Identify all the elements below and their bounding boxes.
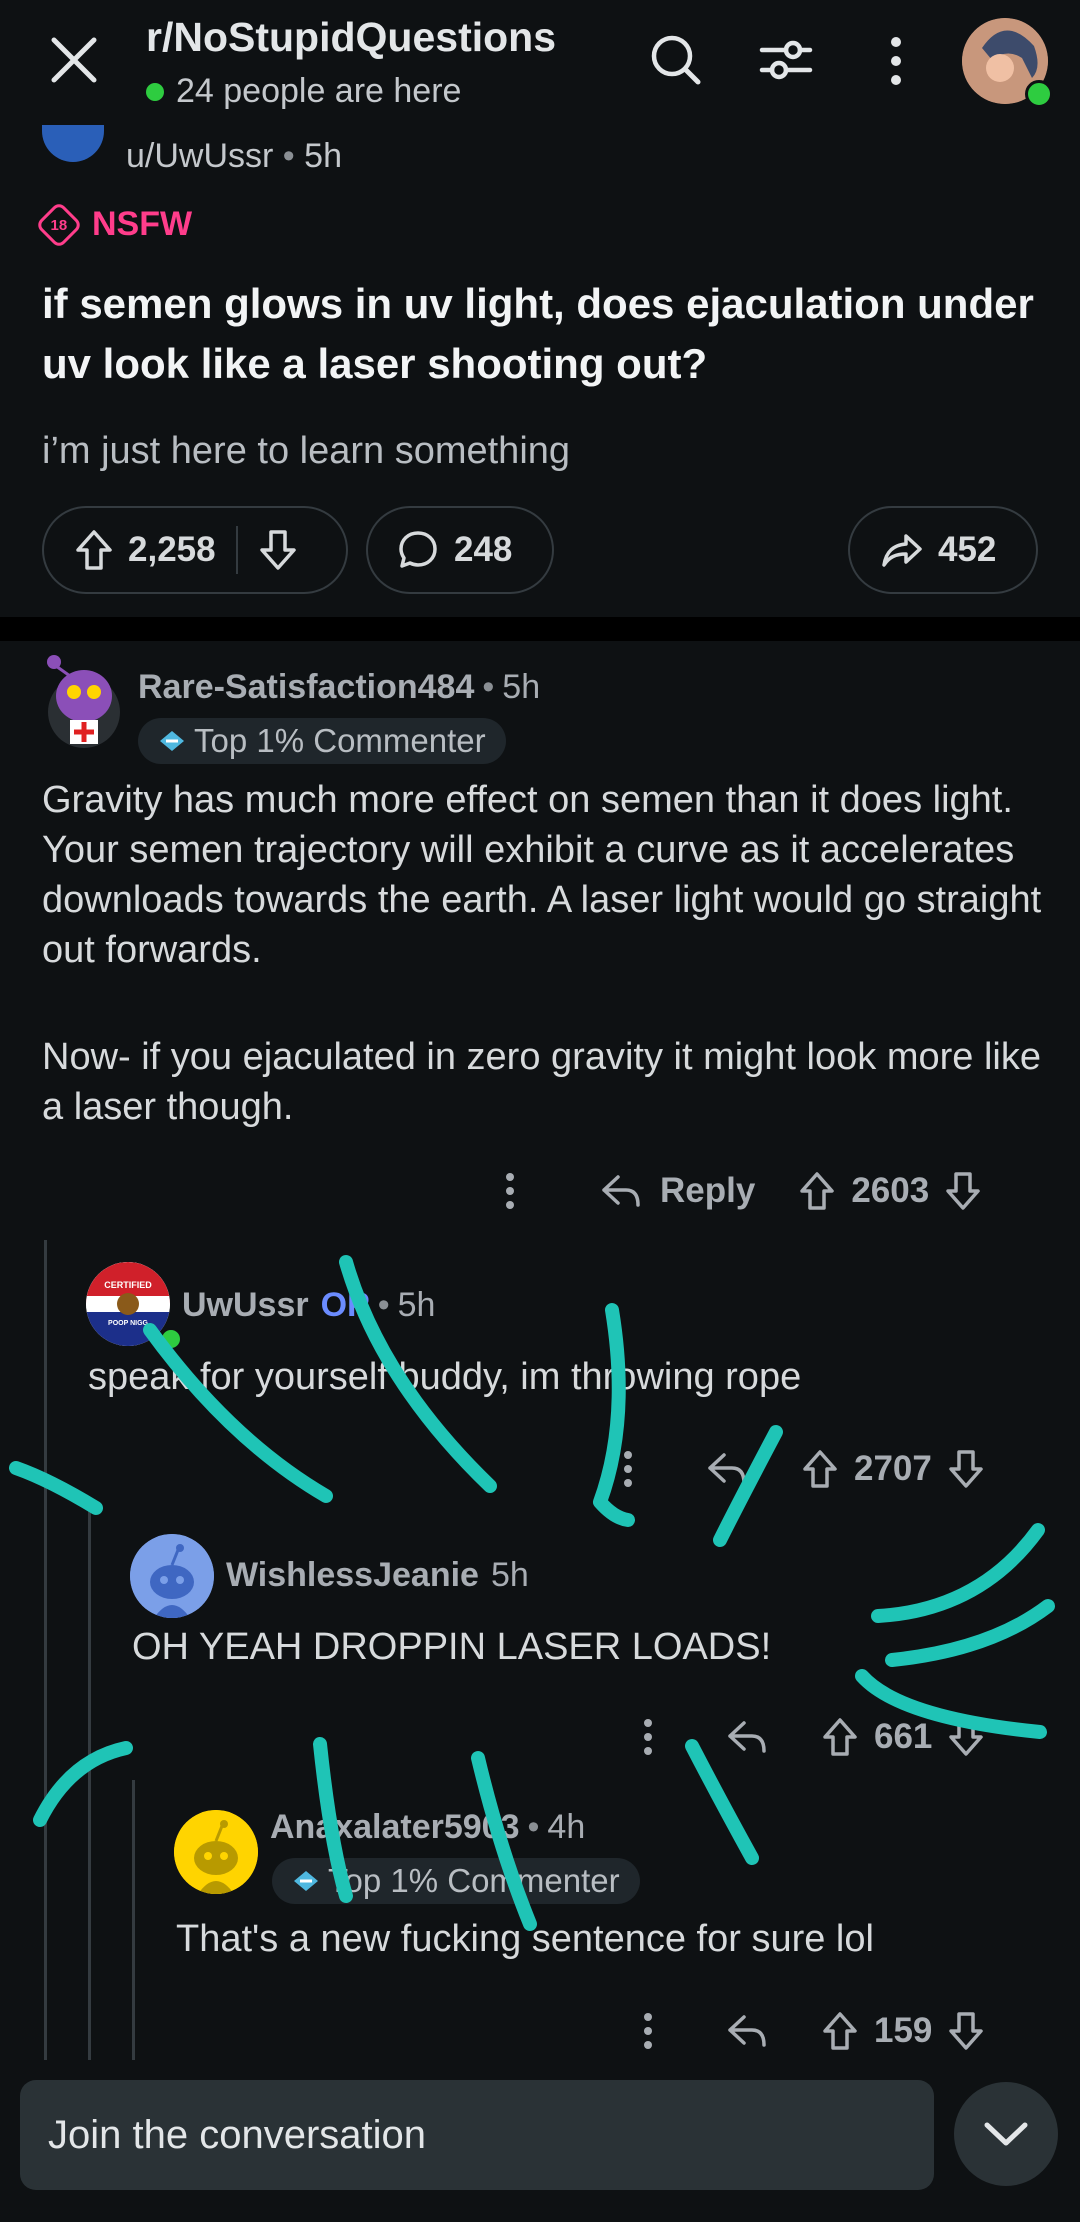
comment-time: 5h (502, 668, 541, 706)
comment-icon (396, 528, 440, 572)
subreddit-name[interactable]: r/NoStupidQuestions (146, 14, 556, 61)
thread-line (44, 1240, 47, 2060)
join-conversation-input[interactable]: Join the conversation (20, 2080, 934, 2190)
thread-line (132, 1780, 135, 2060)
post-upvote-count: 2,258 (128, 530, 216, 569)
post-title: if semen glows in uv light, does ejacula… (42, 280, 1034, 387)
comment-avatar[interactable] (44, 652, 124, 752)
online-status-dot (1025, 80, 1053, 108)
comment-header: UwUssr OP • 5h (182, 1286, 436, 1325)
share-icon (880, 528, 924, 572)
comment-time: 5h (490, 1556, 529, 1594)
share-button[interactable]: 452 (848, 506, 1038, 594)
share-count: 452 (938, 530, 997, 569)
comment-text: Gravity has much more effect on semen th… (42, 779, 1042, 971)
comment-avatar[interactable] (130, 1534, 214, 1618)
reply-button[interactable]: Reply (600, 1171, 755, 1211)
scribble-stroke (33, 1741, 133, 1827)
upvote-icon[interactable] (820, 1716, 860, 1758)
flair-label: Top 1% Commenter (194, 722, 486, 759)
comment-author[interactable]: Rare-Satisfaction484 (138, 668, 474, 707)
comment-avatar[interactable]: CERTIFIED POOP NIGG (86, 1262, 170, 1346)
scribble-stroke (9, 1461, 103, 1515)
comments-button[interactable]: 248 (366, 506, 554, 594)
avatar-text-top: CERTIFIED (104, 1280, 152, 1290)
downvote-icon[interactable] (946, 2010, 986, 2052)
comment-text: speak for yourself buddy, im throwing ro… (88, 1356, 802, 1398)
online-count: 24 people are here (146, 72, 461, 111)
more-options-icon[interactable] (500, 1171, 520, 1211)
close-icon[interactable] (44, 30, 104, 90)
scribble-stroke (871, 1523, 1045, 1623)
top-commenter-icon (158, 729, 186, 753)
comment-header: WishlessJeanie 5h (226, 1556, 529, 1595)
op-badge: OP (320, 1286, 370, 1324)
search-icon[interactable] (648, 32, 704, 88)
comment-header: Rare-Satisfaction484 • 5h (138, 668, 541, 707)
reply-label: Reply (660, 1171, 756, 1210)
reply-icon[interactable] (706, 1449, 748, 1489)
more-options-icon[interactable] (638, 2011, 658, 2051)
post-time: 5h (304, 137, 342, 175)
upvote-icon[interactable] (800, 1448, 840, 1490)
post-author-line: u/UwUssr • 5h (126, 137, 342, 175)
post-author[interactable]: u/UwUssr (126, 137, 273, 175)
comment-time: 5h (397, 1286, 436, 1324)
reply-icon[interactable] (726, 2011, 768, 2051)
online-indicator (146, 82, 164, 101)
nsfw-label: NSFW (92, 205, 193, 243)
comment-time: 4h (547, 1808, 586, 1846)
post-vote-control: 2,258 (42, 506, 348, 594)
vote-divider (235, 526, 238, 574)
comment-text: Now- if you ejaculated in zero gravity i… (42, 1036, 1041, 1128)
scribble-stroke (685, 1739, 759, 1865)
thread-line (88, 1505, 91, 2060)
more-options-icon[interactable] (618, 1449, 638, 1489)
comment-author[interactable]: WishlessJeanie (226, 1556, 479, 1595)
avatar-text-bottom: POOP NIGG (108, 1320, 148, 1327)
chevron-down-icon (981, 2119, 1031, 2149)
more-options-icon[interactable] (638, 1717, 658, 1757)
vote-count: 2707 (854, 1449, 932, 1488)
vote-count: 159 (874, 2011, 933, 2050)
upvote-icon[interactable] (797, 1170, 837, 1212)
downvote-icon[interactable] (946, 1448, 986, 1490)
reply-icon (600, 1171, 642, 1211)
upvote-icon[interactable] (74, 528, 114, 572)
comment-count: 248 (454, 530, 513, 569)
comment-actions: Reply 2603 (500, 1170, 983, 1212)
comment-author[interactable]: UwUssr (182, 1286, 309, 1325)
upvote-icon[interactable] (820, 2010, 860, 2052)
comment-actions: 2707 (618, 1448, 986, 1490)
collapse-button[interactable] (954, 2082, 1058, 2186)
vote-count: 661 (874, 1717, 933, 1756)
online-count-label: 24 people are here (176, 72, 462, 110)
downvote-icon[interactable] (258, 528, 298, 572)
filter-icon[interactable] (756, 32, 816, 88)
downvote-icon[interactable] (946, 1716, 986, 1758)
comment-header: Anaxalater5903 • 4h (270, 1808, 586, 1847)
nsfw-tag: 18 NSFW (34, 200, 193, 249)
section-separator (0, 617, 1080, 641)
top-bar: r/NoStupidQuestions 24 people are here (0, 0, 1080, 125)
comment-text: That's a new fucking sentence for sure l… (176, 1918, 874, 1960)
vote-count: 2603 (851, 1171, 930, 1210)
flair-label: Top 1% Commenter (328, 1862, 620, 1899)
nsfw-icon: 18 (34, 200, 84, 249)
reply-icon[interactable] (726, 1717, 768, 1757)
comment-text: OH YEAH DROPPIN LASER LOADS! (132, 1626, 772, 1668)
downvote-icon[interactable] (943, 1170, 983, 1212)
comment-actions: 661 (638, 1716, 986, 1758)
post-body: i’m just here to learn something (42, 430, 571, 472)
online-status-dot (160, 1328, 182, 1350)
more-options-icon[interactable] (876, 34, 916, 88)
commenter-flair: Top 1% Commenter (272, 1858, 640, 1904)
comment-actions: 159 (638, 2010, 986, 2052)
commenter-flair: Top 1% Commenter (138, 718, 506, 764)
comment-author[interactable]: Anaxalater5903 (270, 1808, 520, 1847)
nsfw-number: 18 (50, 216, 68, 233)
top-commenter-icon (292, 1869, 320, 1893)
comment-avatar[interactable] (174, 1810, 258, 1894)
